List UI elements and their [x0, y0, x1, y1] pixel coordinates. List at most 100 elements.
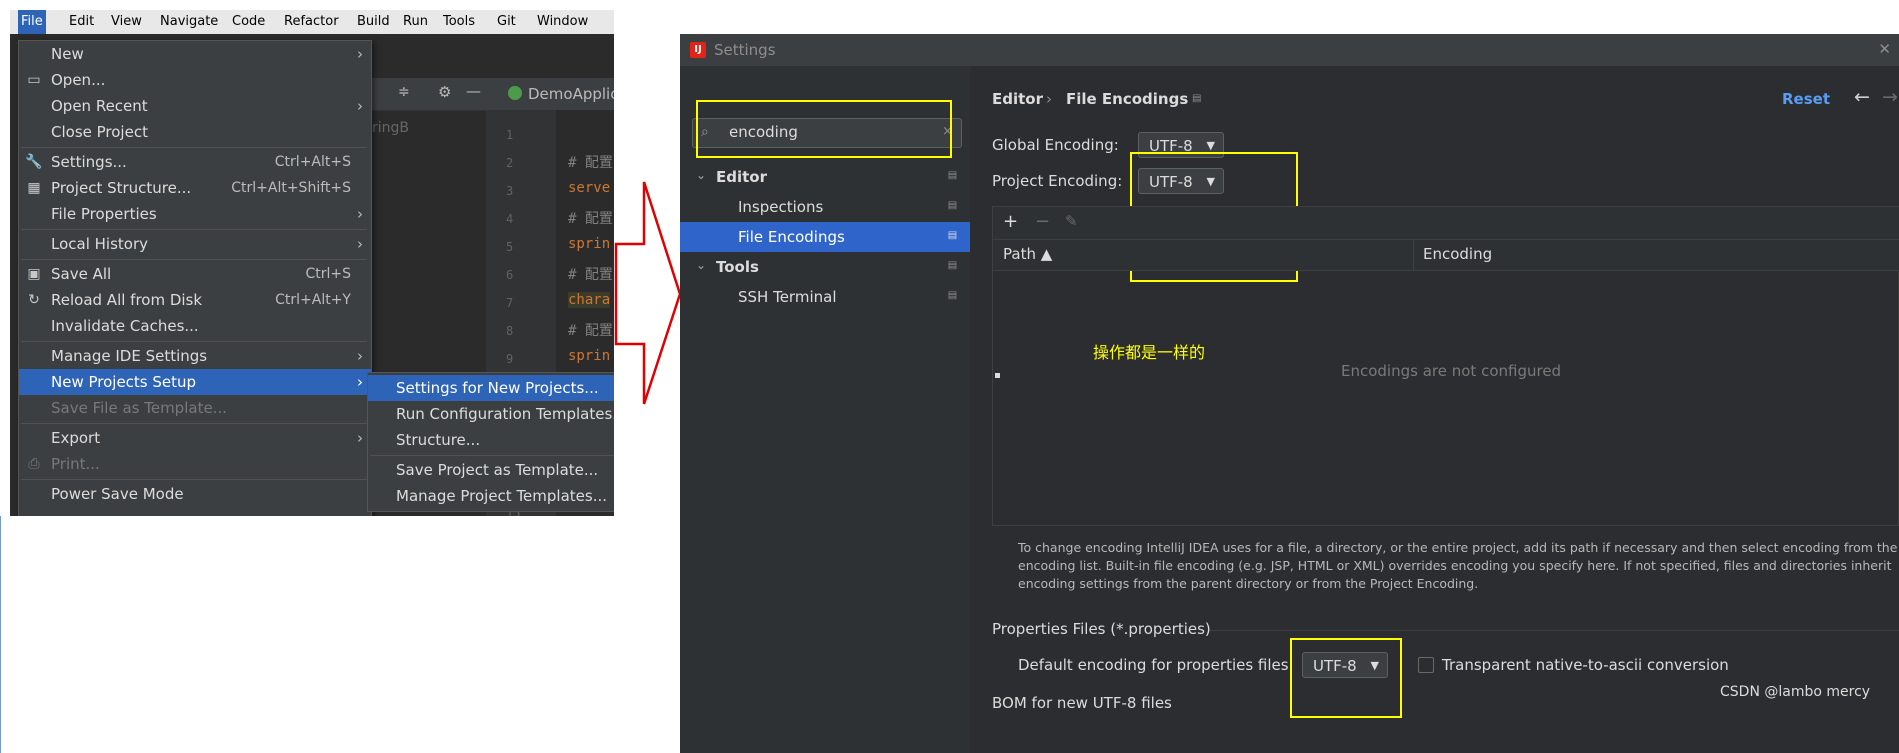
code-line: # 配置: [568, 323, 613, 339]
menu-item-open[interactable]: ▭ Open...: [19, 67, 371, 93]
menu-item-manage-ide-settings[interactable]: Manage IDE Settings ›: [19, 343, 371, 369]
menu-separator: [21, 259, 367, 260]
line-number: 9: [506, 352, 514, 366]
menu-item-close-project[interactable]: Close Project: [19, 119, 371, 145]
editor-toolbar: ≑ ⚙ — DemoApplica: [362, 78, 614, 111]
menu-run[interactable]: Run: [400, 10, 431, 34]
menu-item-new[interactable]: New ›: [19, 41, 371, 67]
back-arrow-icon[interactable]: ←: [1854, 86, 1870, 108]
menu-item-label: Invalidate Caches...: [51, 317, 199, 335]
code-line: sprin: [568, 236, 611, 252]
menu-item-print: ⎙ Print...: [19, 451, 371, 477]
menu-item-new-projects-setup[interactable]: New Projects Setup ›: [19, 369, 371, 395]
menu-item-label: Print...: [51, 455, 100, 473]
minimize-icon[interactable]: —: [466, 82, 481, 100]
help-text: To change encoding IntelliJ IDEA uses fo…: [1018, 540, 1898, 555]
menu-view[interactable]: View: [108, 10, 145, 34]
file-menu: New › ▭ Open... Open Recent › Close Project…: [18, 40, 372, 516]
empty-state-text: Encodings are not configured: [1341, 362, 1562, 380]
menu-item-export[interactable]: Export ›: [19, 425, 371, 451]
submenu-save-project-template[interactable]: Save Project as Template...: [368, 457, 614, 483]
highlight-box: [696, 100, 952, 158]
menu-build[interactable]: Build: [354, 10, 393, 34]
tree-label: File Encodings: [738, 228, 845, 246]
chevron-right-icon: ›: [357, 347, 363, 365]
breadcrumb-parent[interactable]: Editor: [992, 90, 1043, 108]
code-line: # 配置: [568, 211, 613, 227]
menu-edit[interactable]: Edit: [66, 10, 97, 34]
menu-item-open-recent[interactable]: Open Recent ›: [19, 93, 371, 119]
menu-item-label: Close Project: [51, 123, 148, 141]
shortcut-label: Ctrl+Alt+Shift+S: [231, 180, 351, 196]
chevron-right-icon: ›: [357, 205, 363, 223]
menu-git[interactable]: Git: [494, 10, 519, 34]
menu-refactor[interactable]: Refactor: [281, 10, 342, 34]
tree-item-tools[interactable]: ⌄ Tools ▤: [680, 252, 970, 282]
menu-item-label: Project Structure...: [51, 179, 192, 197]
menu-code[interactable]: Code: [229, 10, 268, 34]
tree-item-ssh-terminal[interactable]: SSH Terminal ▤: [680, 282, 970, 312]
transparent-checkbox[interactable]: [1418, 657, 1434, 673]
breadcrumb-current: File Encodings: [1066, 90, 1189, 108]
add-icon[interactable]: +: [1003, 211, 1018, 232]
project-crumb: ringB: [372, 120, 410, 136]
menu-item-local-history[interactable]: Local History ›: [19, 231, 371, 257]
menu-item-reload[interactable]: ↻ Reload All from Disk Ctrl+Alt+Y: [19, 287, 371, 313]
submenu-manage-project-templates[interactable]: Manage Project Templates...: [368, 483, 614, 509]
menu-item-label: Power Save Mode: [51, 485, 184, 503]
wrench-icon: 🔧: [25, 154, 43, 170]
reload-icon: ↻: [28, 292, 40, 308]
transparent-label[interactable]: Transparent native-to-ascii conversion: [1442, 656, 1729, 674]
chevron-right-icon: ›: [357, 45, 363, 63]
section-divider: [1210, 630, 1899, 631]
menu-item-invalidate-caches[interactable]: Invalidate Caches...: [19, 313, 371, 339]
tree-item-inspections[interactable]: Inspections ▤: [680, 192, 970, 222]
tree-label: SSH Terminal: [738, 288, 837, 306]
submenu-settings-new-projects[interactable]: Settings for New Projects...: [368, 375, 614, 401]
intellij-logo-icon: IJ: [690, 42, 706, 58]
menu-separator: [21, 423, 367, 424]
project-structure-icon: ▦: [27, 180, 41, 196]
column-encoding[interactable]: Encoding: [1423, 245, 1492, 263]
print-icon: ⎙: [28, 456, 40, 472]
menu-navigate[interactable]: Navigate: [157, 10, 221, 34]
tree-item-file-encodings[interactable]: File Encodings ▤: [680, 222, 970, 252]
encodings-table: + − ✎ Path ▲ Encoding 操作都是一样的 Encodings …: [992, 206, 1899, 526]
submenu-run-config-templates[interactable]: Run Configuration Templates...: [368, 401, 614, 427]
menu-item-power-save-mode[interactable]: Power Save Mode: [19, 481, 371, 507]
editor-tab[interactable]: DemoApplica: [528, 85, 614, 103]
menu-item-label: Open...: [51, 71, 106, 89]
menubar: File Edit View Navigate Code Refactor Bu…: [10, 10, 614, 34]
menu-separator: [21, 341, 367, 342]
menu-item-label: File Properties: [51, 205, 157, 223]
tree-item-editor[interactable]: ⌄ Editor ▤: [680, 162, 970, 192]
code-line: sprin: [568, 348, 611, 364]
ide-window: File Edit View Navigate Code Refactor Bu…: [10, 10, 614, 516]
line-number: 4: [506, 212, 514, 226]
menu-tools[interactable]: Tools: [440, 10, 478, 34]
remove-icon[interactable]: −: [1035, 211, 1050, 232]
menu-item-label: Local History: [51, 235, 149, 253]
forward-arrow-icon[interactable]: →: [1882, 86, 1898, 108]
line-number: 6: [506, 268, 514, 282]
tree-label: Tools: [716, 258, 759, 276]
properties-section-title: Properties Files (*.properties): [992, 620, 1211, 638]
menu-item-save-all[interactable]: ▣ Save All Ctrl+S: [19, 261, 371, 287]
column-path[interactable]: Path ▲: [1003, 245, 1052, 263]
settings-content: Editor › File Encodings ▤ Reset ← → Glob…: [970, 66, 1899, 753]
menu-file[interactable]: File: [18, 10, 46, 34]
collapse-icon[interactable]: ≑: [398, 84, 410, 100]
close-icon[interactable]: ✕: [1878, 40, 1891, 58]
line-number: 2: [506, 156, 514, 170]
edit-icon[interactable]: ✎: [1065, 212, 1078, 230]
chevron-down-icon: ⌄: [696, 258, 707, 272]
menu-item-label: Settings...: [51, 153, 127, 171]
submenu-structure[interactable]: Structure...: [368, 427, 614, 453]
menu-item-project-structure[interactable]: ▦ Project Structure... Ctrl+Alt+Shift+S: [19, 175, 371, 201]
page-edge: [0, 516, 1, 753]
menu-item-settings[interactable]: 🔧 Settings... Ctrl+Alt+S: [19, 149, 371, 175]
gear-icon[interactable]: ⚙: [438, 83, 451, 101]
menu-window[interactable]: Window: [534, 10, 591, 34]
reset-link[interactable]: Reset: [1782, 90, 1830, 108]
menu-item-file-properties[interactable]: File Properties ›: [19, 201, 371, 227]
